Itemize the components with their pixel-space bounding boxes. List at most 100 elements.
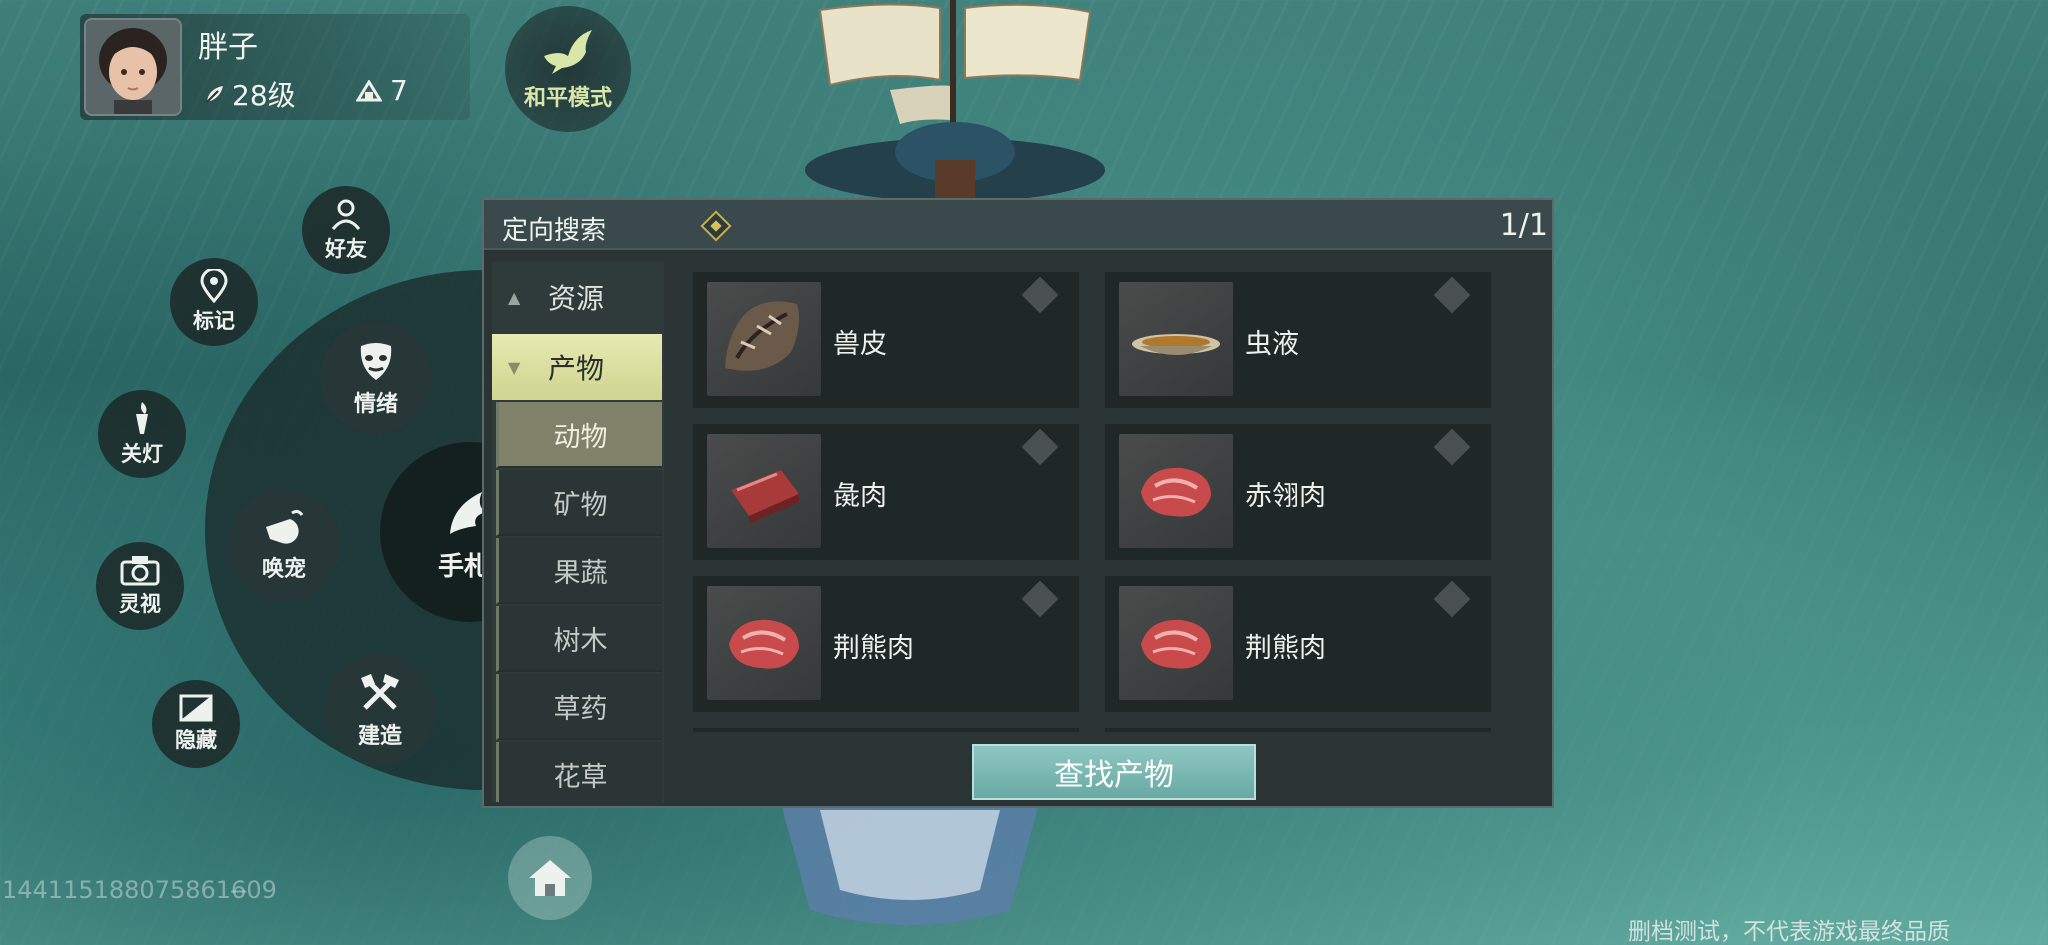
panel-header: 定向搜索 1/1 (484, 200, 1552, 250)
tent-icon (356, 79, 382, 101)
diamond-slot-icon (1433, 276, 1471, 314)
subcategory-flowers[interactable]: 花草 (496, 742, 662, 802)
hide-pelt-icon (725, 301, 799, 371)
map-pin-icon (200, 269, 228, 303)
subcategory-label: 果蔬 (553, 557, 608, 589)
category-products-label: 产物 (548, 352, 605, 385)
hide-label: 隐藏 (175, 728, 217, 752)
mask-icon (360, 343, 392, 380)
item-grid[interactable]: 兽皮 虫液 彘肉 赤翎肉 荆熊肉 荆熊肉 (689, 262, 1544, 732)
item-thumb (707, 586, 821, 700)
build-label: 建造 (357, 724, 402, 749)
ship-hull (780, 800, 1040, 925)
item-thumb (707, 434, 821, 548)
item-card[interactable]: 赤翎肉 (1105, 424, 1491, 560)
subcategory-label: 动物 (553, 421, 608, 453)
player-stat: 7 (356, 74, 408, 107)
emotion-button[interactable]: 情绪 (320, 322, 432, 434)
item-card[interactable]: 兽皮 (693, 272, 1079, 408)
item-card[interactable]: 虫液 (1105, 272, 1491, 408)
home-button[interactable] (508, 836, 592, 920)
subcategory-herbs[interactable]: 草药 (496, 674, 662, 740)
peace-mode-label: 和平模式 (523, 86, 612, 111)
item-card[interactable]: 彘肉 (693, 424, 1079, 560)
avatar-portrait-icon (86, 20, 180, 114)
subcategory-label: 花草 (553, 761, 608, 793)
raw-meat-icon (1141, 467, 1211, 517)
player-name: 胖子 (198, 30, 258, 65)
item-name: 荆熊肉 (833, 633, 914, 664)
mark-button[interactable]: 标记 (170, 258, 258, 346)
diamond-slot-icon (1021, 276, 1059, 314)
category-sidebar[interactable]: ▲ 资源 ▼ 产物 动物 矿物 果蔬 树木 草药 花草 (492, 262, 664, 802)
subcategory-label: 树木 (553, 625, 608, 657)
ship-sails (805, 0, 1105, 200)
peace-mode-button[interactable]: 和平模式 (505, 6, 631, 132)
subcategory-trees[interactable]: 树木 (496, 606, 662, 672)
item-card-partial[interactable] (693, 728, 1079, 732)
directed-search-panel: 定向搜索 1/1 ▲ 资源 ▼ 产物 动物 矿物 果蔬 树木 草药 花草 兽皮 … (482, 198, 1554, 808)
lights-off-button[interactable]: 关灯 (98, 390, 186, 478)
item-name: 赤翎肉 (1245, 481, 1326, 512)
diamond-slot-icon (1021, 580, 1059, 618)
chevron-down-icon: ▼ (508, 357, 521, 377)
hide-ui-icon (179, 694, 213, 722)
category-products[interactable]: ▼ 产物 (492, 334, 662, 400)
diamond-marker-icon[interactable] (700, 210, 732, 242)
axe-hammer-icon (361, 674, 399, 710)
subcategory-label: 草药 (553, 693, 608, 725)
item-thumb (1119, 434, 1233, 548)
panel-title: 定向搜索 (502, 216, 607, 246)
item-card[interactable]: 荆熊肉 (693, 576, 1079, 712)
lights-off-label: 关灯 (121, 442, 163, 466)
raw-meat-icon (729, 619, 799, 669)
item-name: 虫液 (1245, 329, 1299, 360)
summon-pet-button[interactable]: 唤宠 (228, 490, 340, 602)
home-icon (529, 860, 571, 896)
torch-icon (136, 402, 148, 434)
item-thumb (1119, 586, 1233, 700)
hide-button[interactable]: 隐藏 (152, 680, 240, 768)
diamond-slot-icon (1433, 580, 1471, 618)
diamond-slot-icon (1021, 428, 1059, 466)
friends-button[interactable]: 好友 (302, 186, 390, 274)
subcategory-animals[interactable]: 动物 (496, 402, 662, 468)
summon-pet-label: 唤宠 (261, 557, 306, 582)
player-profile[interactable]: 胖子 28级 7 (80, 14, 470, 120)
user-id-text: 1441151880758616̶09 (2, 876, 277, 904)
test-disclaimer: 删档测试，不代表游戏最终品质 (1628, 919, 1950, 945)
leaf-level-icon (206, 86, 223, 103)
mark-label: 标记 (193, 309, 235, 333)
player-level-text: 28级 (232, 79, 296, 112)
build-button[interactable]: 建造 (324, 654, 436, 766)
category-resources-label: 资源 (548, 282, 605, 315)
friends-label: 好友 (325, 237, 367, 261)
bowl-liquid-icon (1132, 334, 1220, 355)
chevron-up-icon: ▲ (508, 287, 521, 307)
player-level: 28级 (204, 74, 296, 114)
item-card-partial[interactable] (1105, 728, 1491, 732)
subcategory-minerals[interactable]: 矿物 (496, 470, 662, 536)
spirit-vision-label: 灵视 (119, 592, 161, 616)
item-thumb (707, 282, 821, 396)
find-product-button[interactable]: 查找产物 (972, 744, 1256, 800)
item-thumb (1119, 282, 1233, 396)
subcategory-label: 矿物 (553, 489, 608, 521)
item-name: 兽皮 (833, 329, 887, 360)
subcategory-fruits[interactable]: 果蔬 (496, 538, 662, 604)
page-indicator: 1/1 (1499, 208, 1548, 243)
player-avatar[interactable] (84, 18, 182, 116)
category-resources[interactable]: ▲ 资源 (492, 264, 662, 330)
whistle-icon (266, 509, 304, 544)
item-name: 彘肉 (833, 481, 887, 512)
emotion-label: 情绪 (353, 392, 398, 417)
player-stat-text: 7 (390, 74, 408, 107)
raw-meat-icon (1141, 619, 1211, 669)
diamond-slot-icon (1433, 428, 1471, 466)
item-card[interactable]: 荆熊肉 (1105, 576, 1491, 712)
meat-slab-icon (731, 470, 799, 524)
item-name: 荆熊肉 (1245, 633, 1326, 664)
spirit-vision-button[interactable]: 灵视 (96, 542, 184, 630)
camera-icon (120, 556, 160, 586)
dove-icon (544, 30, 592, 74)
